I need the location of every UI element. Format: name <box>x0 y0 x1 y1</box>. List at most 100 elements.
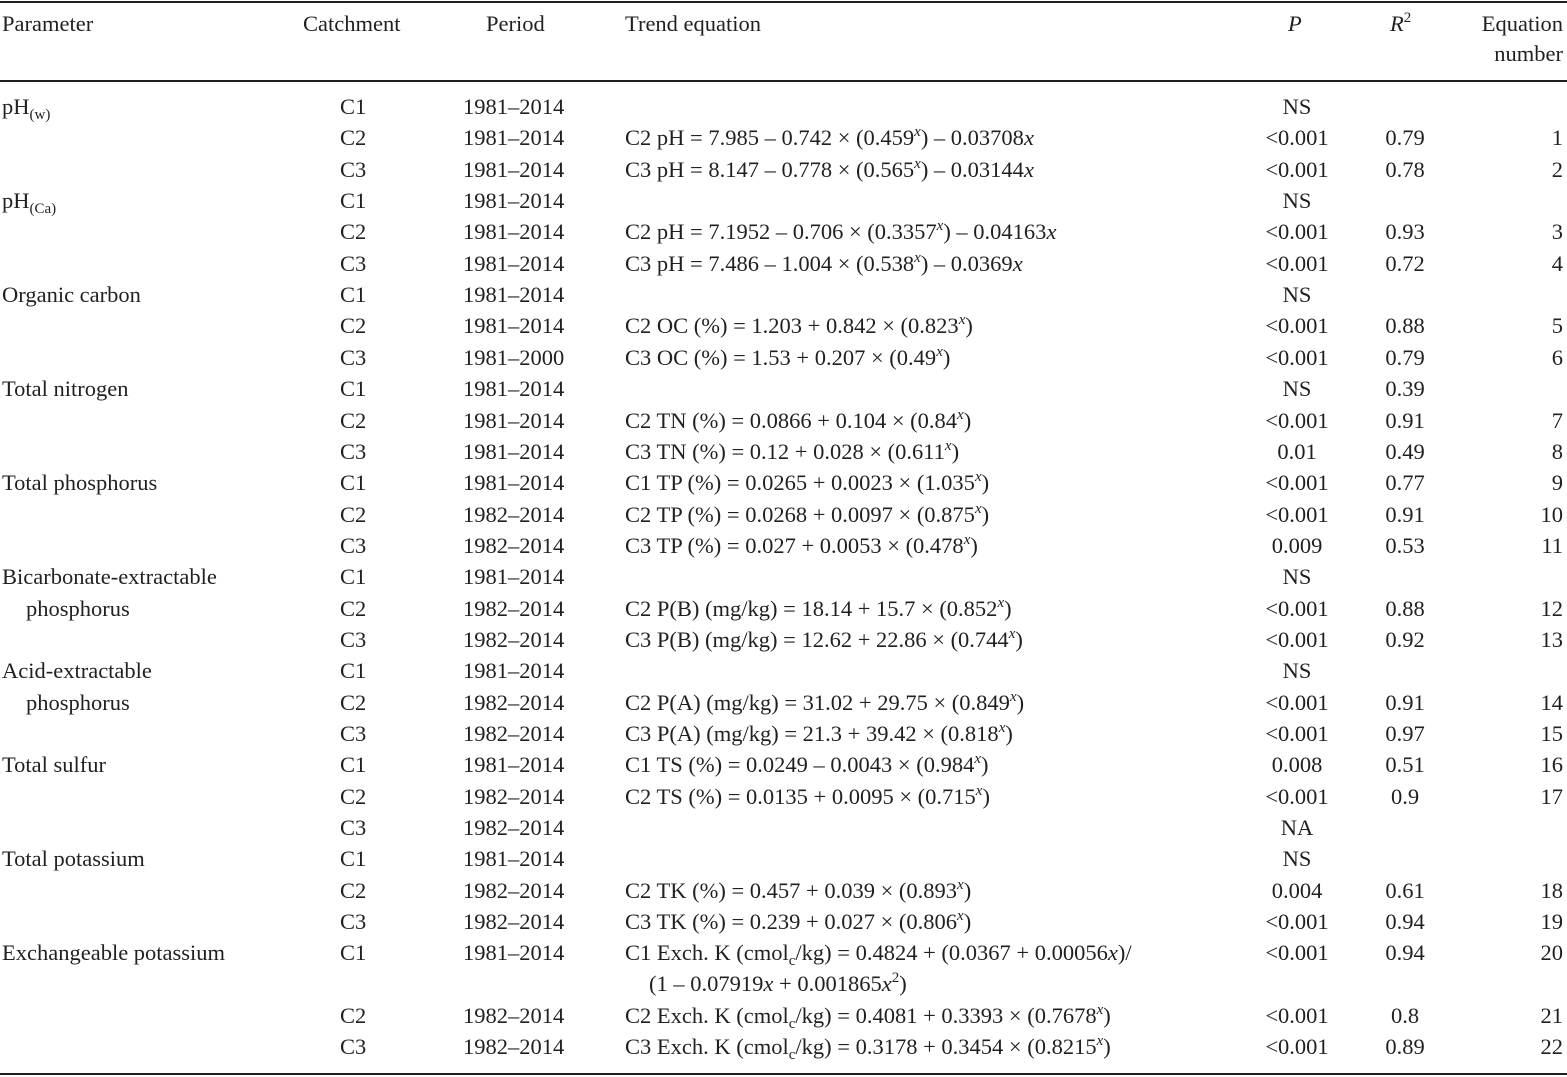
equation-number-cell: 1 <box>1551 125 1563 151</box>
r2-cell: 0.53 <box>1385 532 1425 558</box>
eq-superscript: x <box>936 343 943 360</box>
equation-number-cell: 5 <box>1551 313 1563 339</box>
period-cell: 1981–2014 <box>463 156 565 182</box>
trend-equation: C2 TK (%) = 0.457 + 0.039 × (0.893x) <box>625 876 971 906</box>
period-cell: 1981–2014 <box>463 282 565 308</box>
catchment-cell: C2 <box>340 501 367 527</box>
r2-cell: 0.9 <box>1390 783 1420 809</box>
eq-superscript: x <box>957 876 964 893</box>
p-value-cell: <0.001 <box>1265 250 1329 276</box>
p-value-cell: <0.001 <box>1265 313 1329 339</box>
parameter-label: Acid-extractable <box>2 658 152 684</box>
p-value-cell: <0.001 <box>1265 940 1329 966</box>
catchment-cell: C1 <box>340 564 367 590</box>
parameter-name: Bicarbonate-extractable <box>2 562 217 592</box>
trend-equation: C3 OC (%) = 1.53 + 0.207 × (0.49x) <box>625 343 950 373</box>
r2-cell: 0.93 <box>1385 219 1425 245</box>
period-cell: 1982–2014 <box>463 1034 565 1060</box>
eq-text: C2 TS (%) = 0.0135 + 0.0095 × (0.715 <box>625 783 976 809</box>
parameter-label: pH <box>2 188 30 214</box>
trend-equation: C3 P(B) (mg/kg) = 12.62 + 22.86 × (0.744… <box>625 625 1023 655</box>
header-r2-exp: 2 <box>1403 10 1412 26</box>
r2-cell: 0.88 <box>1385 313 1425 339</box>
catchment-cell: C2 <box>340 689 367 715</box>
p-value-cell: <0.001 <box>1265 1034 1329 1060</box>
p-value-cell: NS <box>1282 94 1312 119</box>
header-trend-equation: Trend equation <box>625 11 762 36</box>
catchment-cell: C3 <box>340 909 367 935</box>
trend-equation: C2 TS (%) = 0.0135 + 0.0095 × (0.715x) <box>625 782 990 812</box>
r2-cell: 0.78 <box>1385 156 1425 182</box>
parameter-name: Total sulfur <box>2 750 106 780</box>
equation-number-cell: 20 <box>1540 940 1564 966</box>
eq-text: /kg) = 0.4081 + 0.3393 × (0.7678 <box>795 1002 1097 1028</box>
eq-superscript: x <box>957 406 964 423</box>
equation-number-cell: 19 <box>1540 909 1564 935</box>
period-cell: 1982–2014 <box>463 815 565 841</box>
p-value-cell: <0.001 <box>1265 501 1329 527</box>
header-r2: R2 <box>1390 9 1411 39</box>
r2-cell: 0.89 <box>1385 1034 1425 1060</box>
p-value-cell: NS <box>1282 846 1312 872</box>
eq-text: /kg) = 0.4824 + (0.0367 + 0.00056 <box>795 940 1108 966</box>
eq-superscript: x <box>914 155 921 172</box>
p-value-cell: <0.001 <box>1265 219 1329 245</box>
catchment-cell: C2 <box>340 783 367 809</box>
trend-equation: C2 TP (%) = 0.0268 + 0.0097 × (0.875x) <box>625 500 989 530</box>
period-cell: 1981–2014 <box>463 470 565 496</box>
period-cell: 1981–2014 <box>463 219 565 245</box>
eq-text: )/ <box>1117 940 1132 966</box>
period-cell: 1982–2014 <box>463 501 565 527</box>
p-value-cell: <0.001 <box>1265 407 1329 433</box>
parameter-name: Acid-extractable <box>2 656 152 686</box>
parameter-name: pH(w) <box>2 92 51 123</box>
equation-number-cell: 8 <box>1551 438 1563 464</box>
catchment-cell: C3 <box>340 721 367 746</box>
eq-text: ) <box>1005 721 1013 746</box>
equation-number-cell: 9 <box>1551 470 1563 496</box>
eq-text: ) <box>963 909 972 935</box>
eq-variable: x <box>763 971 774 997</box>
header-equation-number-line2: number <box>1494 41 1563 66</box>
catchment-cell: C1 <box>340 94 367 119</box>
eq-text: ) <box>1103 1034 1111 1060</box>
eq-text: C2 OC (%) = 1.203 + 0.842 × (0.823 <box>625 313 959 339</box>
period-cell: 1982–2014 <box>463 783 565 809</box>
p-value-cell: <0.001 <box>1265 595 1329 621</box>
parameter-label: Total potassium <box>2 846 145 872</box>
catchment-cell: C1 <box>340 658 367 684</box>
header-parameter: Parameter <box>2 11 94 36</box>
period-cell: 1982–2014 <box>463 1002 565 1028</box>
parameter-label: Organic carbon <box>2 282 141 308</box>
eq-text: C2 TP (%) = 0.0268 + 0.0097 × (0.875 <box>625 501 975 527</box>
eq-superscript: x <box>974 751 982 768</box>
catchment-cell: C1 <box>340 376 367 402</box>
equation-number-cell: 16 <box>1540 752 1564 778</box>
period-cell: 1982–2014 <box>463 626 565 652</box>
period-cell: 1981–2014 <box>463 407 565 433</box>
eq-text: C3 TP (%) = 0.027 + 0.0053 × (0.478 <box>625 532 964 558</box>
equation-number-cell: 18 <box>1540 877 1564 903</box>
period-cell: 1981–2014 <box>463 250 565 276</box>
eq-text: ) <box>963 877 972 903</box>
top-rule <box>0 1 1567 3</box>
eq-text: C2 P(B) (mg/kg) = 18.14 + 15.7 × (0.852 <box>625 595 998 621</box>
eq-text: C2 TK (%) = 0.457 + 0.039 × (0.893 <box>625 877 958 903</box>
r2-cell: 0.94 <box>1385 940 1425 966</box>
catchment-cell: C3 <box>340 532 367 558</box>
eq-variable: x <box>1107 940 1118 966</box>
parameter-subscript: (w) <box>29 107 51 123</box>
p-value-cell: 0.004 <box>1271 877 1323 903</box>
catchment-cell: C2 <box>340 125 367 151</box>
trend-equation: C2 OC (%) = 1.203 + 0.842 × (0.823x) <box>625 311 973 341</box>
catchment-cell: C1 <box>340 282 367 308</box>
r2-cell: 0.79 <box>1385 344 1425 370</box>
trend-equation: C2 TN (%) = 0.0866 + 0.104 × (0.84x) <box>625 406 971 436</box>
catchment-cell: C3 <box>340 1034 367 1060</box>
equation-number-cell: 11 <box>1541 532 1563 558</box>
p-value-cell: <0.001 <box>1265 783 1329 809</box>
r2-cell: 0.61 <box>1385 877 1425 903</box>
catchment-cell: C3 <box>340 344 367 370</box>
eq-text: C3 P(A) (mg/kg) = 21.3 + 39.42 × (0.818 <box>625 721 999 746</box>
eq-text: ) – 0.03144 <box>920 156 1024 182</box>
